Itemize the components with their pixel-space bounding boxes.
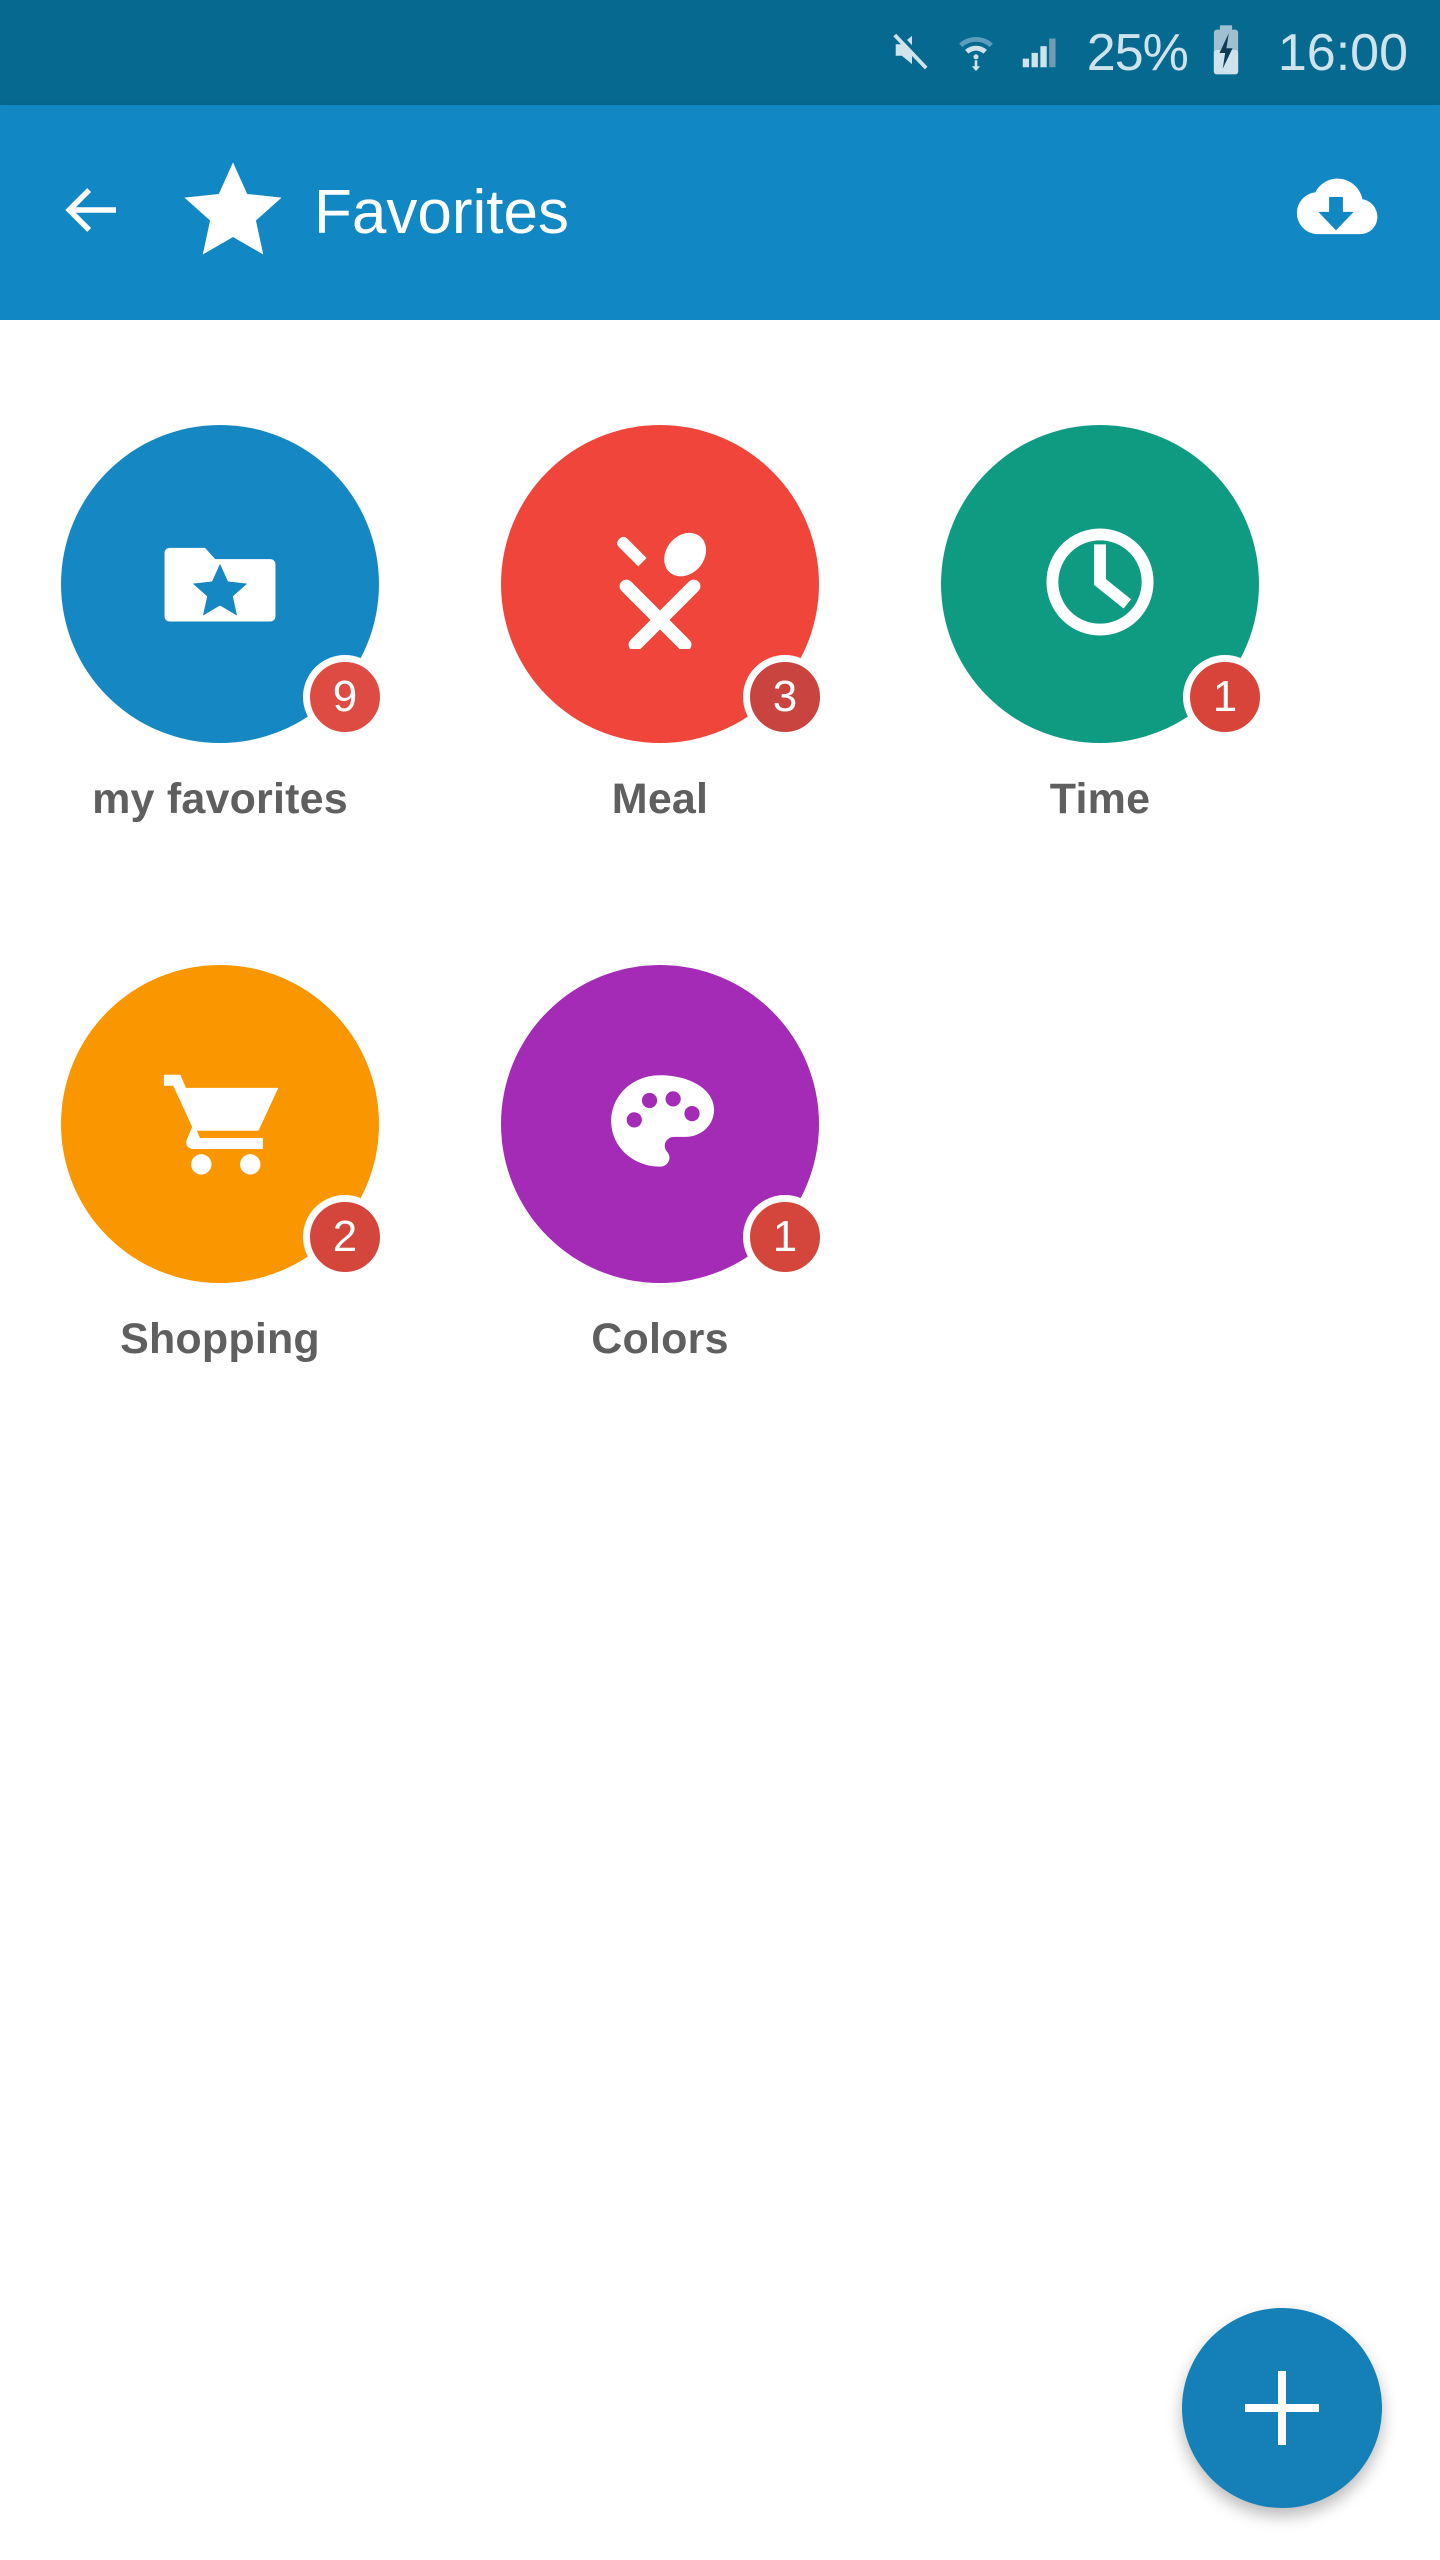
battery-charging-icon bbox=[1206, 24, 1246, 81]
wifi-icon bbox=[953, 27, 999, 78]
badge-count: 1 bbox=[772, 1212, 798, 1261]
signal-icon bbox=[1017, 27, 1063, 78]
status-badge: 3 bbox=[743, 655, 827, 739]
shopping-cart-icon bbox=[154, 1056, 286, 1193]
app-bar: Favorites bbox=[0, 105, 1440, 320]
back-button[interactable] bbox=[54, 175, 130, 251]
grid-item-label: Colors bbox=[591, 1315, 729, 1363]
mute-icon bbox=[889, 27, 935, 78]
status-badge: 9 bbox=[303, 655, 387, 739]
star-icon bbox=[178, 155, 288, 270]
badge-count: 9 bbox=[332, 672, 358, 721]
grid-item-icon-wrap: 2 bbox=[61, 965, 387, 1283]
status-badge: 1 bbox=[1183, 655, 1267, 739]
grid-item-colors[interactable]: 1 Colors bbox=[440, 965, 880, 1505]
battery-percent-label: 25% bbox=[1086, 23, 1189, 82]
content-area: 9 my favorites 3 Meal 1 Time 2 Shopping … bbox=[0, 320, 1440, 2560]
palette-icon bbox=[597, 1059, 723, 1190]
grid-item-icon-wrap: 9 bbox=[61, 425, 387, 743]
add-favorite-fab[interactable] bbox=[1182, 2308, 1382, 2508]
status-badge: 2 bbox=[303, 1195, 387, 1279]
grid-item-icon-wrap: 1 bbox=[501, 965, 827, 1283]
grid-item-shopping[interactable]: 2 Shopping bbox=[0, 965, 440, 1505]
cutlery-icon bbox=[593, 515, 727, 654]
status-bar-icons: 25% 16:00 bbox=[889, 24, 1408, 81]
folder-star-icon bbox=[156, 518, 284, 651]
badge-count: 3 bbox=[772, 672, 798, 721]
plus-icon bbox=[1245, 2371, 1319, 2445]
grid-item-my-favorites[interactable]: 9 my favorites bbox=[0, 425, 440, 965]
grid-item-label: Time bbox=[1049, 775, 1151, 823]
badge-count: 1 bbox=[1212, 672, 1238, 721]
favorites-star-logo bbox=[178, 155, 288, 270]
cloud-download-icon bbox=[1290, 164, 1382, 261]
cloud-download-button[interactable] bbox=[1288, 165, 1384, 261]
status-badge: 1 bbox=[743, 1195, 827, 1279]
grid-item-icon-wrap: 1 bbox=[941, 425, 1267, 743]
favorites-grid: 9 my favorites 3 Meal 1 Time 2 Shopping … bbox=[0, 425, 1440, 1505]
status-clock: 16:00 bbox=[1277, 23, 1408, 82]
grid-item-icon-wrap: 3 bbox=[501, 425, 827, 743]
page-title: Favorites bbox=[314, 178, 569, 247]
status-bar: 25% 16:00 bbox=[0, 0, 1440, 105]
clock-icon bbox=[1032, 514, 1168, 655]
grid-item-meal[interactable]: 3 Meal bbox=[440, 425, 880, 965]
back-arrow-icon bbox=[56, 174, 128, 251]
grid-item-time[interactable]: 1 Time bbox=[880, 425, 1320, 965]
grid-item-label: Shopping bbox=[120, 1315, 320, 1363]
grid-item-label: Meal bbox=[611, 775, 709, 823]
badge-count: 2 bbox=[332, 1212, 358, 1261]
grid-item-label: my favorites bbox=[92, 775, 348, 823]
